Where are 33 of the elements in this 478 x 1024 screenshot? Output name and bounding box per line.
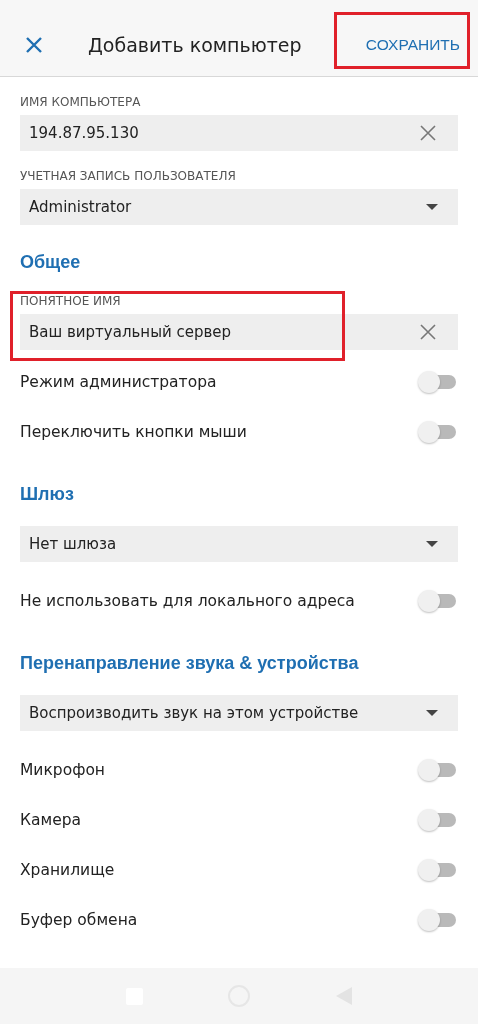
toggle-switch[interactable] (418, 859, 456, 881)
toggle-switch[interactable] (418, 909, 456, 931)
section-heading: Шлюз (20, 484, 74, 504)
caret-icon (426, 204, 438, 210)
save-button[interactable]: СОХРАНИТЬ (363, 32, 462, 58)
section-heading: Перенаправление звука & устройства (20, 653, 359, 673)
section-heading: Общее (20, 252, 81, 272)
field-label: ИМЯ КОМПЬЮТЕРА (20, 95, 141, 109)
toggle-switch[interactable] (418, 809, 456, 831)
field-label: УЧЕТНАЯ ЗАПИСЬ ПОЛЬЗОВАТЕЛЯ (20, 169, 236, 183)
input-field[interactable]: Ваш виртуальный сервер (20, 314, 458, 350)
clear-icon[interactable] (420, 324, 436, 340)
setting-label: Переключить кнопки мыши (20, 423, 248, 441)
toggle-switch[interactable] (418, 421, 456, 443)
input-field[interactable]: 194.87.95.130 (20, 115, 458, 151)
caret-icon (426, 541, 438, 547)
setting-label: Не использовать для локального адреса (20, 592, 356, 610)
setting-label: Режим администратора (20, 373, 218, 391)
dropdown[interactable]: Нет шлюза (20, 526, 458, 562)
page-title: Добавить компьютер (88, 34, 302, 56)
toggle-switch[interactable] (418, 759, 456, 781)
setting-label: Микрофон (20, 761, 106, 779)
field-label: ПОНЯТНОЕ ИМЯ (20, 294, 121, 308)
dropdown[interactable]: Воспроизводить звук на этом устройстве (20, 695, 458, 731)
setting-label: Камера (20, 811, 83, 829)
close-icon[interactable] (25, 36, 43, 54)
setting-label: Хранилище (20, 861, 116, 879)
dropdown[interactable]: Administrator (20, 189, 458, 225)
toggle-switch[interactable] (418, 371, 456, 393)
toggle-switch[interactable] (418, 590, 456, 612)
clear-icon[interactable] (420, 125, 436, 141)
setting-label: Буфер обмена (20, 911, 139, 929)
caret-icon (426, 710, 438, 716)
